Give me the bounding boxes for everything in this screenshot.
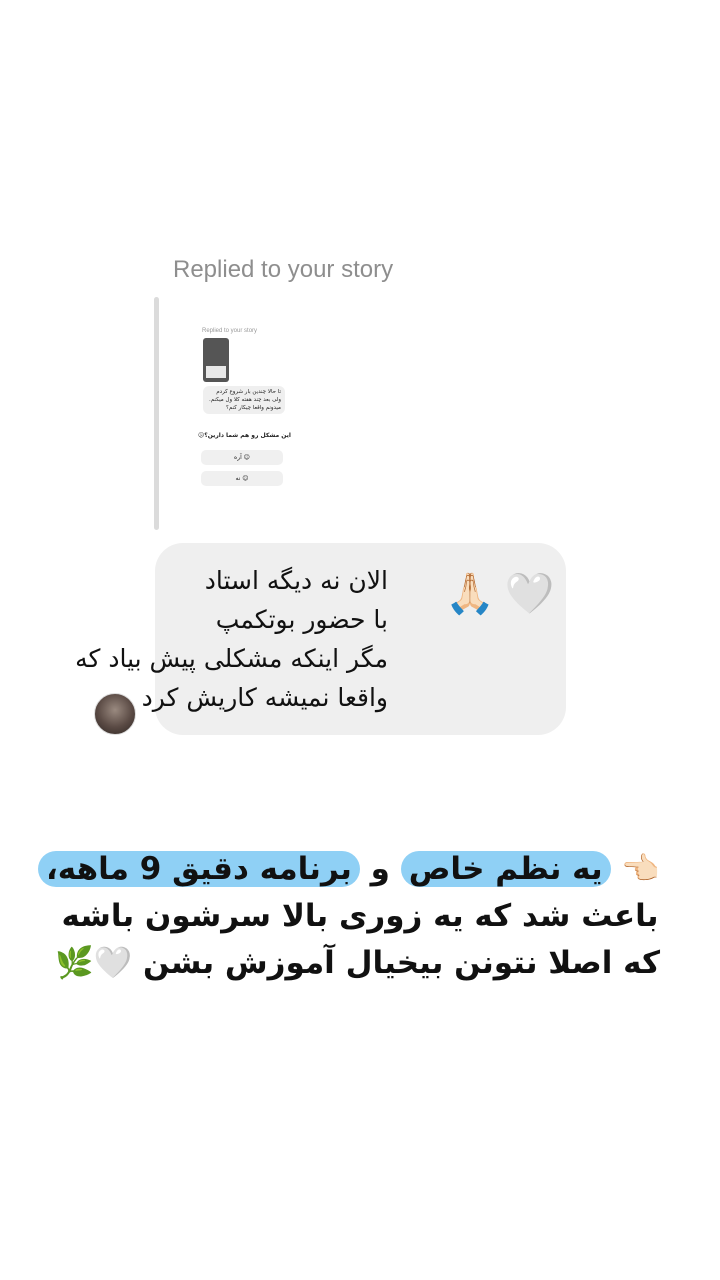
avatar[interactable] — [94, 693, 136, 735]
caption-line-2: باعث شد که یه زوری بالا سرشون باشه — [61, 898, 659, 934]
story-reply-text: تا حالا چندین بار شروع کردم ولی بعد چند … — [203, 386, 285, 414]
story-preview[interactable]: Replied to your story تا حالا چندین بار … — [196, 326, 292, 496]
quote-bar — [154, 297, 159, 530]
story-poll-question: این مشکل رو هم شما دارین؟😕 — [197, 432, 291, 439]
caption-highlight-1: یه نظم خاص — [400, 851, 611, 887]
story-poll-option-no: نه 😊 — [201, 471, 283, 486]
story-replied-label: Replied to your story — [202, 328, 258, 334]
caption: 👈🏻 یه نظم خاص و برنامه دقیق 9 ماهه، باعث… — [38, 846, 660, 987]
message-line: الان نه دیگه استاد — [204, 566, 388, 595]
story-thumbnail — [203, 338, 229, 382]
message-emoji: 🙏🏻🤍 — [445, 571, 565, 617]
pointer-emoji: 👈🏻 — [621, 851, 660, 887]
message-line: واقعا نمیشه کاریش کرد — [141, 683, 388, 712]
message-text: الان نه دیگه استاد با حضور بوتکمپ مگر ای… — [75, 561, 388, 717]
story-poll-option-yes: آره 😊 — [201, 450, 283, 465]
replied-to-story-label: Replied to your story — [173, 256, 394, 283]
message-line: با حضور بوتکمپ — [215, 605, 388, 634]
caption-line-3: که اصلا نتونن بیخیال آموزش بشن 🤍🌿 — [55, 945, 660, 981]
caption-highlight-2: برنامه دقیق 9 ماهه، — [38, 851, 360, 887]
message-line: مگر اینکه مشکلی پیش بیاد که — [75, 644, 388, 673]
caption-line-1: 👈🏻 یه نظم خاص و برنامه دقیق 9 ماهه، — [38, 846, 660, 893]
caption-connector: و — [359, 851, 401, 887]
